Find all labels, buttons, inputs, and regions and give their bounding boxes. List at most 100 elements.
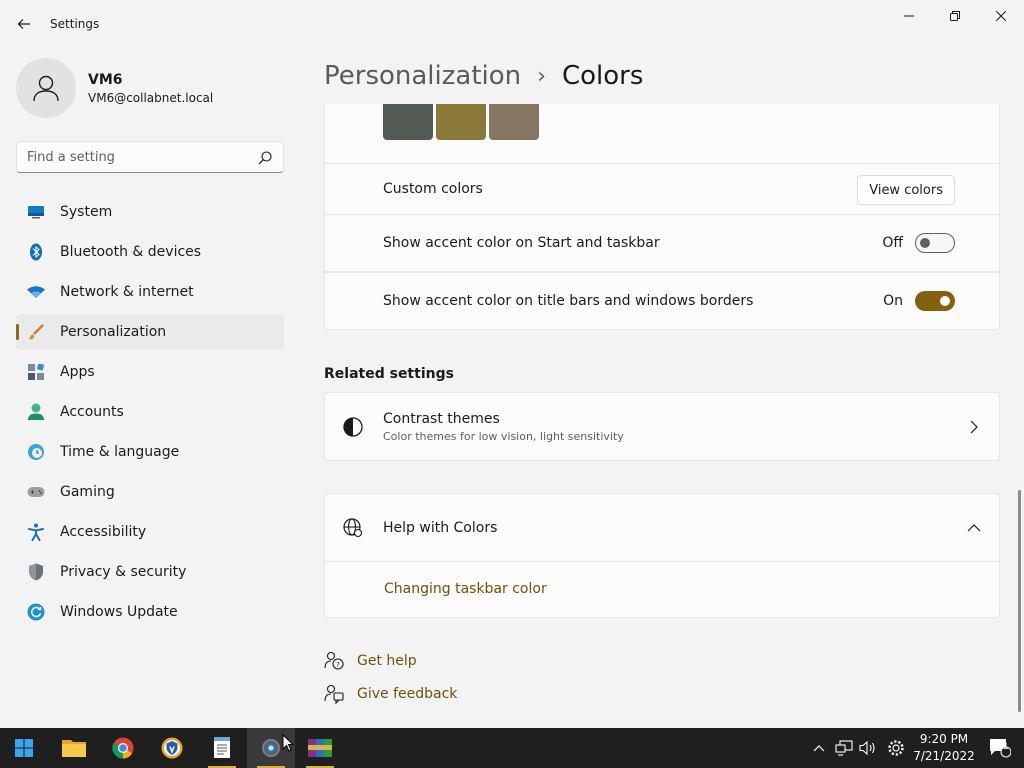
taskbar-winrar[interactable] <box>296 728 344 768</box>
custom-colors-label: Custom colors <box>383 181 483 197</box>
feedback-icon <box>324 684 344 704</box>
search-icon[interactable] <box>257 150 273 166</box>
sidebar-item-label: Privacy & security <box>60 564 187 580</box>
sidebar-item-windows-update[interactable]: Windows Update <box>16 594 284 630</box>
accent-title-bars-row: Show accent color on title bars and wind… <box>324 272 1000 330</box>
gamepad-icon <box>27 483 45 501</box>
sidebar-item-network[interactable]: Network & internet <box>16 274 284 310</box>
contrast-themes-text: Contrast themes Color themes for low vis… <box>383 411 624 443</box>
back-button[interactable] <box>10 10 38 38</box>
main-content: Custom colors View colors Show accent co… <box>324 104 1000 728</box>
help-icon: ? <box>324 651 344 671</box>
help-with-colors-title: Help with Colors <box>383 519 498 536</box>
breadcrumb: Personalization › Colors <box>324 56 643 96</box>
user-email: VM6@collabnet.local <box>88 91 214 105</box>
accessibility-icon <box>27 523 45 541</box>
contrast-themes-card[interactable]: Contrast themes Color themes for low vis… <box>324 392 1000 461</box>
restore-button[interactable] <box>932 0 978 32</box>
bluetooth-icon <box>27 243 45 261</box>
avatar <box>16 58 76 118</box>
breadcrumb-separator: › <box>537 63 546 89</box>
security-browser-icon <box>161 737 183 759</box>
tray-overflow[interactable] <box>808 728 830 768</box>
sidebar-item-privacy-security[interactable]: Privacy & security <box>16 554 284 590</box>
recent-colors-row <box>324 104 1000 164</box>
search-box[interactable] <box>16 141 284 173</box>
get-help-link[interactable]: ? Get help <box>324 649 417 673</box>
sidebar-item-gaming[interactable]: Gaming <box>16 474 284 510</box>
maximize-icon <box>950 11 960 21</box>
taskbar-file-explorer[interactable] <box>50 728 98 768</box>
sidebar-item-time-language[interactable]: Time & language <box>16 434 284 470</box>
tray-network[interactable] <box>832 728 856 768</box>
taskbar-clock[interactable]: 9:20 PM 7/21/2022 <box>908 731 980 765</box>
help-with-colors-header[interactable]: Help with Colors <box>324 493 1000 562</box>
sidebar-item-label: Gaming <box>60 484 115 500</box>
accent-title-bars-label: Show accent color on title bars and wind… <box>383 293 754 309</box>
clock-globe-icon <box>27 443 45 461</box>
breadcrumb-parent[interactable]: Personalization <box>324 61 521 91</box>
sidebar-item-personalization[interactable]: Personalization <box>16 314 284 350</box>
person-icon <box>33 75 59 102</box>
accent-title-bars-toggle[interactable] <box>915 291 955 311</box>
settings-icon <box>262 739 280 757</box>
accounts-icon <box>27 403 45 421</box>
page-title: Colors <box>561 61 644 91</box>
apps-icon <box>27 363 45 381</box>
chevron-up-icon <box>813 745 825 752</box>
accent-start-state: Off <box>882 235 903 251</box>
sidebar-item-label: Network & internet <box>60 284 194 300</box>
file-explorer-icon <box>62 740 86 757</box>
related-settings-heading: Related settings <box>324 366 454 382</box>
tray-volume[interactable] <box>856 728 880 768</box>
search-input[interactable] <box>27 148 247 166</box>
accent-start-label: Show accent color on Start and taskbar <box>383 235 660 251</box>
chevron-right-icon <box>967 420 981 434</box>
give-feedback-label: Give feedback <box>357 686 458 702</box>
sidebar-item-label: Time & language <box>60 444 180 460</box>
taskbar-chrome[interactable] <box>99 728 147 768</box>
sidebar-item-bluetooth[interactable]: Bluetooth & devices <box>16 234 284 270</box>
close-button[interactable] <box>978 0 1024 32</box>
clock-time: 9:20 PM <box>919 732 969 746</box>
notepad-icon <box>214 737 230 758</box>
svg-text:?: ? <box>336 661 340 669</box>
view-colors-button[interactable]: View colors <box>857 175 955 205</box>
notification-count: 1 <box>1003 742 1009 752</box>
start-button[interactable] <box>0 728 48 768</box>
chevron-up-icon[interactable] <box>967 521 981 535</box>
changing-taskbar-color-link[interactable]: Changing taskbar color <box>384 581 547 597</box>
sidebar-item-accessibility[interactable]: Accessibility <box>16 514 284 550</box>
color-swatch[interactable] <box>383 104 433 140</box>
taskbar: 9:20 PM 7/21/2022 1 <box>0 728 1024 768</box>
sidebar-item-apps[interactable]: Apps <box>16 354 284 390</box>
shield-icon <box>27 563 45 581</box>
notification-center[interactable]: 1 <box>984 728 1016 768</box>
user-profile[interactable]: VM6 VM6@collabnet.local <box>16 58 286 118</box>
sidebar-item-system[interactable]: System <box>16 194 284 230</box>
start-icon <box>15 739 33 757</box>
contrast-themes-subtitle: Color themes for low vision, light sensi… <box>383 430 624 443</box>
accent-start-row: Show accent color on Start and taskbar O… <box>324 214 1000 272</box>
sidebar-item-accounts[interactable]: Accounts <box>16 394 284 430</box>
sidebar-item-label: Windows Update <box>60 604 178 620</box>
user-name: VM6 <box>88 72 123 88</box>
chrome-icon <box>112 737 134 759</box>
help-with-colors-body: Changing taskbar color <box>324 561 1000 618</box>
tray-settings[interactable] <box>884 728 908 768</box>
arrow-left-icon <box>17 19 30 29</box>
taskbar-security-browser[interactable] <box>148 728 196 768</box>
winrar-icon <box>308 739 332 757</box>
minimize-icon <box>904 15 914 17</box>
system-icon <box>27 203 45 221</box>
color-swatch[interactable] <box>436 104 486 140</box>
accent-start-toggle[interactable] <box>915 233 955 253</box>
close-icon <box>996 11 1006 21</box>
scrollbar[interactable] <box>1018 490 1021 712</box>
mouse-cursor-icon <box>282 734 294 752</box>
color-swatch[interactable] <box>489 104 539 140</box>
minimize-button[interactable] <box>886 0 932 32</box>
network-icon <box>835 740 853 756</box>
taskbar-notepad[interactable] <box>198 728 246 768</box>
give-feedback-link[interactable]: Give feedback <box>324 682 457 706</box>
